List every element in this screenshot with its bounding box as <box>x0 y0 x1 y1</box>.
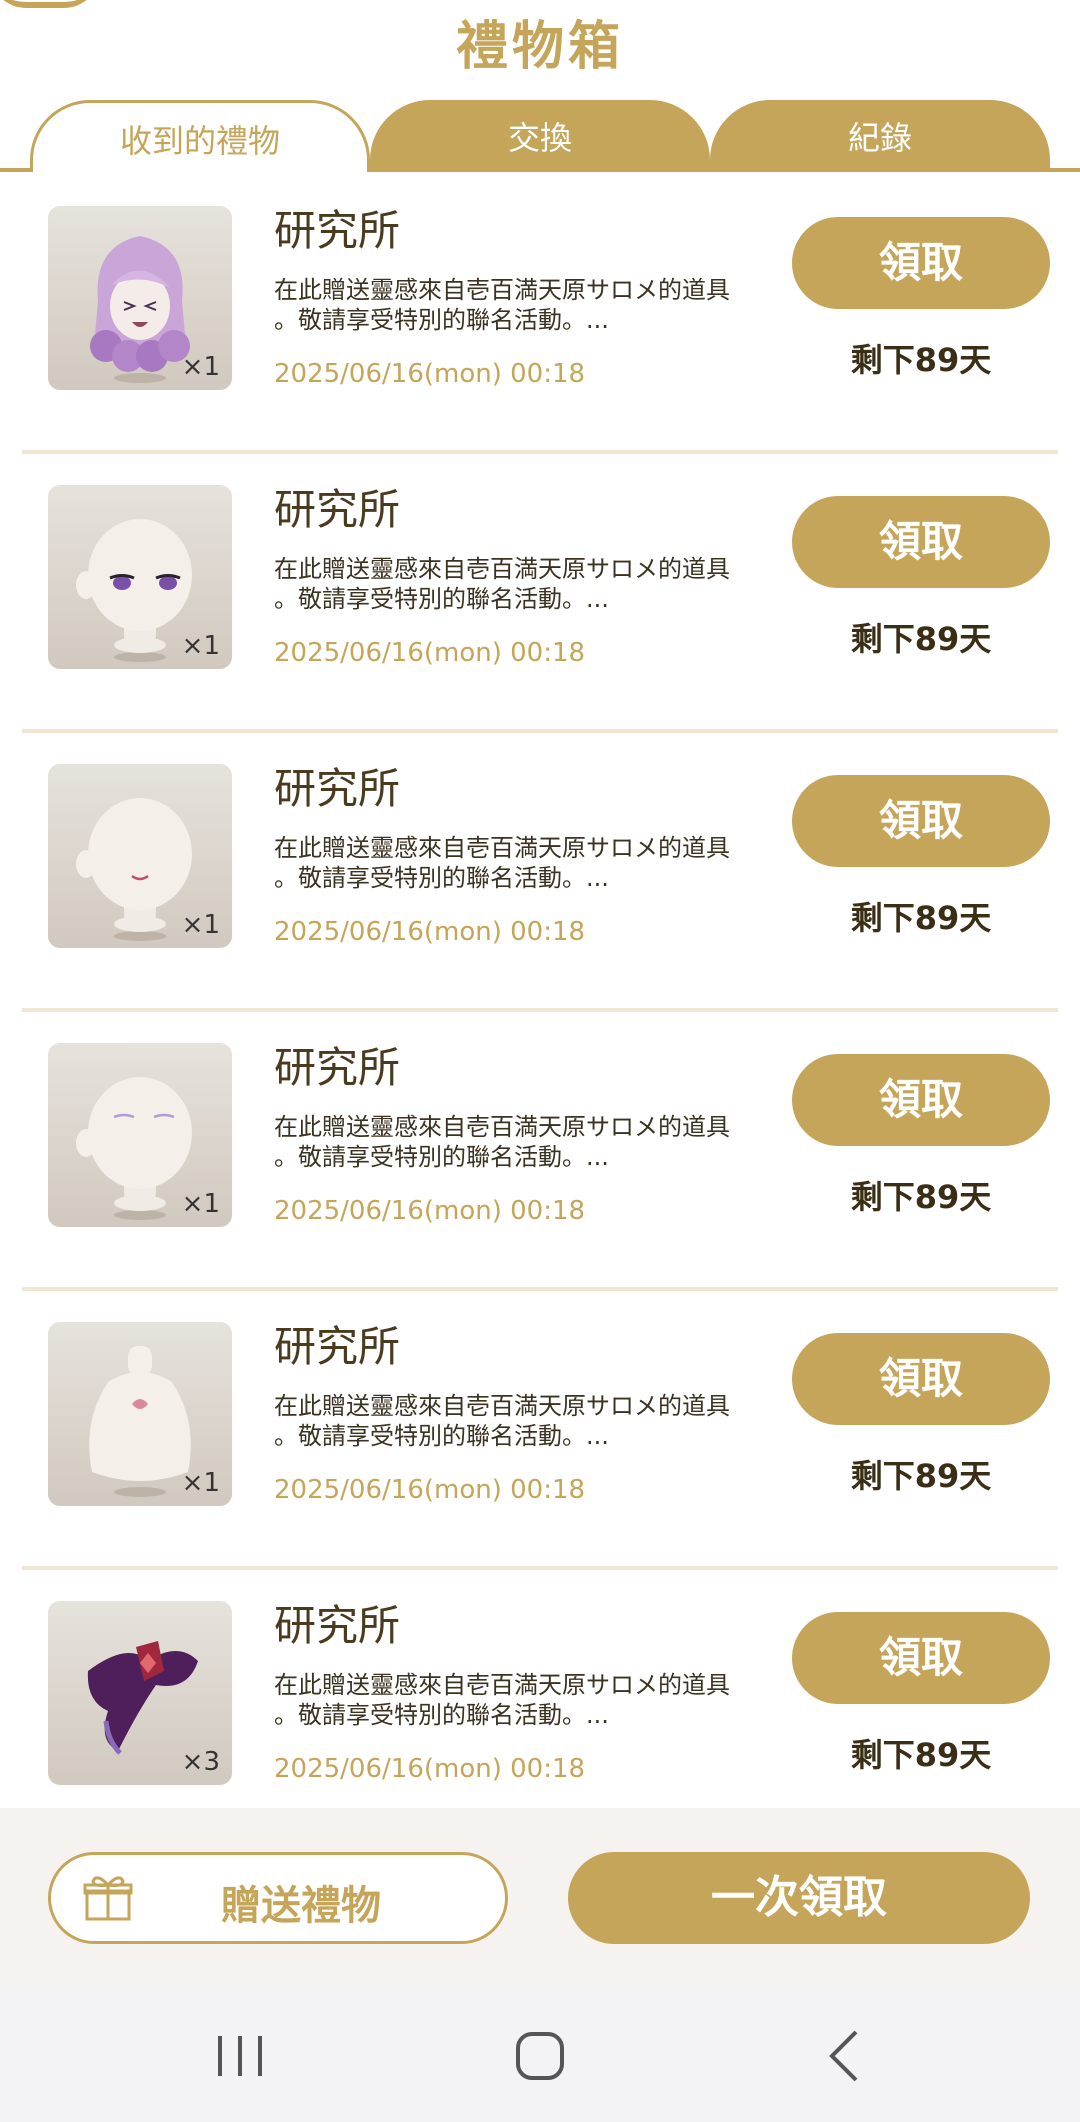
gift-row: ×1 研究所 在此贈送靈感來自壱百満天原サロメ的道具 。敬請享受特別的聯名活動。… <box>0 175 1080 454</box>
page-title: 禮物箱 <box>455 17 624 77</box>
quantity-label: ×1 <box>181 1468 220 1498</box>
gift-description: 在此贈送靈感來自壱百満天原サロメ的道具 。敬請享受特別的聯名活動。... <box>274 834 730 892</box>
tab-history[interactable]: 紀錄 <box>710 100 1050 168</box>
gift-list[interactable]: ×1 研究所 在此贈送靈感來自壱百満天原サロメ的道具 。敬請享受特別的聯名活動。… <box>0 175 1080 1807</box>
claim-all-button[interactable]: 一次領取 <box>568 1852 1030 1944</box>
gift-thumbnail: ×3 <box>48 1601 232 1785</box>
sender-name: 研究所 <box>274 206 401 255</box>
gift-row: ×1 研究所 在此贈送靈感來自壱百満天原サロメ的道具 。敬請享受特別的聯名活動。… <box>0 1291 1080 1570</box>
remaining-days: 剩下89天 <box>850 620 992 658</box>
gift-date: 2025/06/16(mon) 00:18 <box>274 359 586 389</box>
claim-button[interactable]: 領取 <box>792 1612 1050 1704</box>
gift-description: 在此贈送靈感來自壱百満天原サロメ的道具 。敬請享受特別的聯名活動。... <box>274 1392 730 1450</box>
back-icon[interactable] <box>814 2026 874 2086</box>
quantity-label: ×1 <box>181 1189 220 1219</box>
quantity-label: ×3 <box>181 1747 220 1777</box>
footer-bar: 贈送禮物 一次領取 <box>0 1808 1080 1986</box>
gift-description: 在此贈送靈感來自壱百満天原サロメ的道具 。敬請享受特別的聯名活動。... <box>274 276 730 334</box>
quantity-label: ×1 <box>181 910 220 940</box>
remaining-days: 剩下89天 <box>850 1178 992 1216</box>
send-gift-button[interactable]: 贈送禮物 <box>48 1852 508 1944</box>
quantity-label: ×1 <box>181 631 220 661</box>
tab-exchange[interactable]: 交換 <box>370 100 710 168</box>
claim-button[interactable]: 領取 <box>792 1333 1050 1425</box>
gift-date: 2025/06/16(mon) 00:18 <box>274 638 586 668</box>
claim-button[interactable]: 領取 <box>792 775 1050 867</box>
gift-description: 在此贈送靈感來自壱百満天原サロメ的道具 。敬請享受特別的聯名活動。... <box>274 555 730 613</box>
gift-date: 2025/06/16(mon) 00:18 <box>274 1754 586 1784</box>
quantity-label: ×1 <box>181 352 220 382</box>
tab-bar: 收到的禮物 交換 紀錄 <box>0 100 1080 172</box>
remaining-days: 剩下89天 <box>850 1457 992 1495</box>
sender-name: 研究所 <box>274 1322 401 1371</box>
gift-date: 2025/06/16(mon) 00:18 <box>274 1475 586 1505</box>
gift-thumbnail: ×1 <box>48 485 232 669</box>
claim-button[interactable]: 領取 <box>792 1054 1050 1146</box>
gift-row: ×1 研究所 在此贈送靈感來自壱百満天原サロメ的道具 。敬請享受特別的聯名活動。… <box>0 1012 1080 1291</box>
sender-name: 研究所 <box>274 764 401 813</box>
gift-thumbnail: ×1 <box>48 1043 232 1227</box>
gift-description: 在此贈送靈感來自壱百満天原サロメ的道具 。敬請享受特別的聯名活動。... <box>274 1671 730 1729</box>
remaining-days: 剩下89天 <box>850 899 992 937</box>
claim-button[interactable]: 領取 <box>792 217 1050 309</box>
sender-name: 研究所 <box>274 485 401 534</box>
gift-row: ×1 研究所 在此贈送靈感來自壱百満天原サロメ的道具 。敬請享受特別的聯名活動。… <box>0 733 1080 1012</box>
claim-button[interactable]: 領取 <box>792 496 1050 588</box>
gift-date: 2025/06/16(mon) 00:18 <box>274 1196 586 1226</box>
gift-thumbnail: ×1 <box>48 764 232 948</box>
send-gift-label: 贈送禮物 <box>221 1883 381 1929</box>
home-icon[interactable] <box>510 2026 570 2086</box>
system-navigation-bar <box>0 1986 1080 2122</box>
gift-thumbnail: ×1 <box>48 206 232 390</box>
gift-row: ×3 研究所 在此贈送靈感來自壱百満天原サロメ的道具 。敬請享受特別的聯名活動。… <box>0 1570 1080 1807</box>
sender-name: 研究所 <box>274 1601 401 1650</box>
remaining-days: 剩下89天 <box>850 1736 992 1774</box>
gift-row: ×1 研究所 在此贈送靈感來自壱百満天原サロメ的道具 。敬請享受特別的聯名活動。… <box>0 454 1080 733</box>
gift-thumbnail: ×1 <box>48 1322 232 1506</box>
tab-received-gifts[interactable]: 收到的禮物 <box>30 100 370 172</box>
gift-date: 2025/06/16(mon) 00:18 <box>274 917 586 947</box>
recent-apps-icon[interactable] <box>210 2026 270 2086</box>
remaining-days: 剩下89天 <box>850 341 992 379</box>
gift-description: 在此贈送靈感來自壱百満天原サロメ的道具 。敬請享受特別的聯名活動。... <box>274 1113 730 1171</box>
sender-name: 研究所 <box>274 1043 401 1092</box>
